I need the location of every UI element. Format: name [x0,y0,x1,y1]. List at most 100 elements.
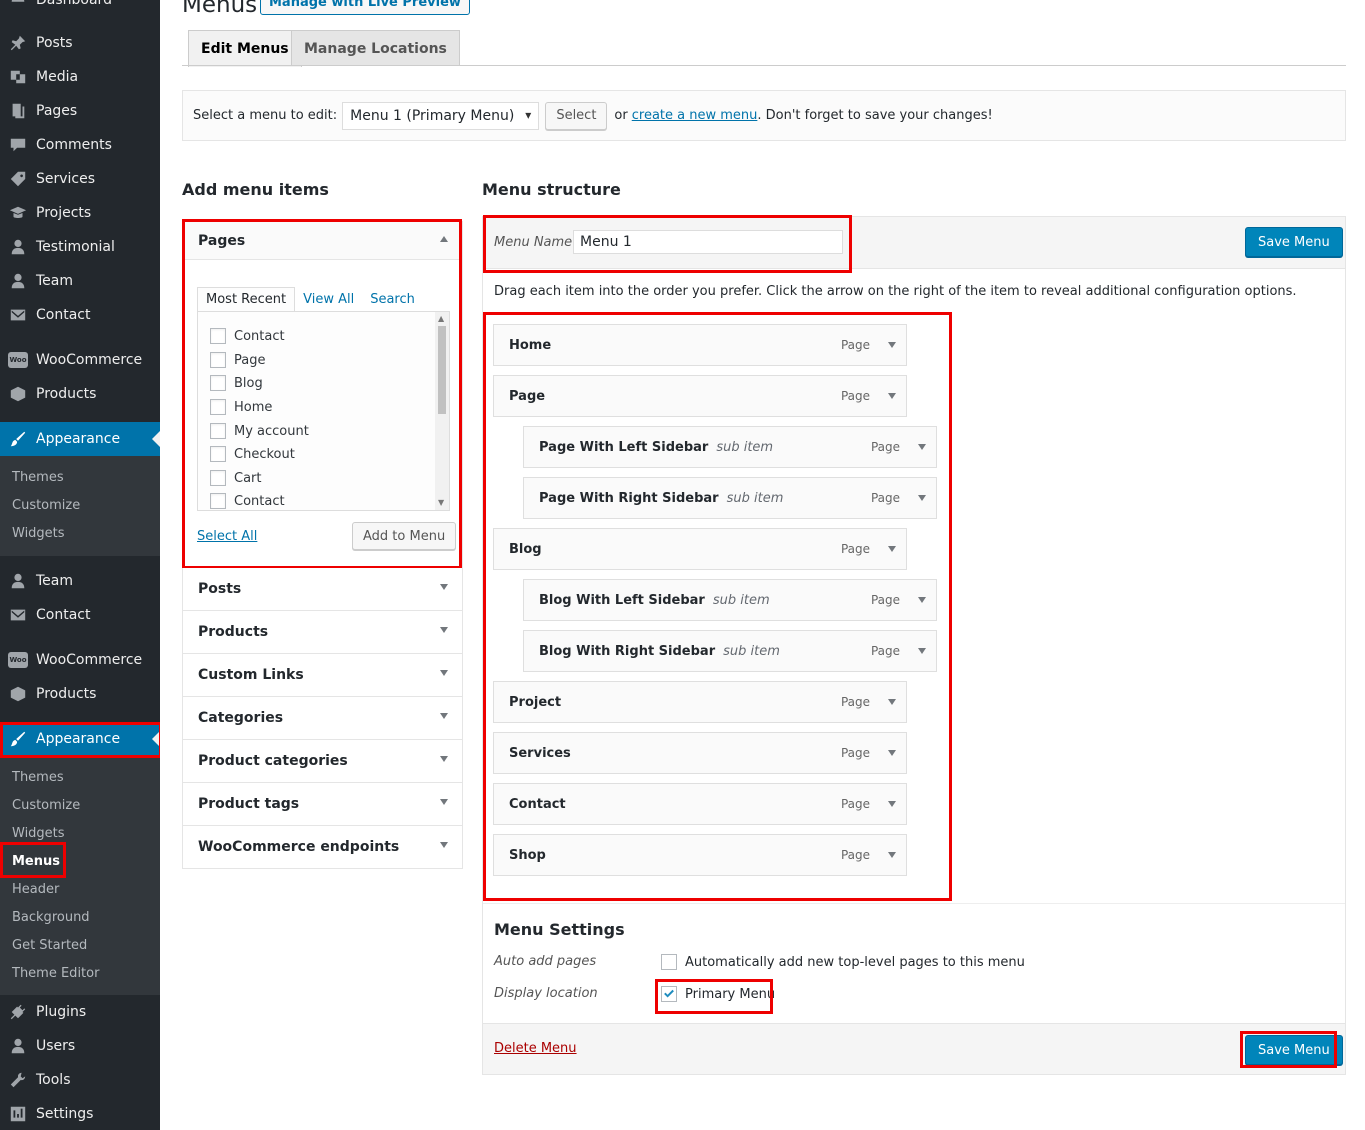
select-all-link[interactable]: Select All [197,529,257,544]
add-to-menu-button[interactable]: Add to Menu [352,522,457,550]
item-toggle-arrow-icon[interactable] [918,648,926,654]
checkbox[interactable] [210,493,226,509]
sidebar-item-pages[interactable]: Pages [0,94,160,128]
tab-view-all[interactable]: View All [295,287,362,312]
checkbox[interactable] [210,328,226,344]
menu-name-input[interactable]: Menu 1 [573,230,843,254]
item-toggle-arrow-icon[interactable] [888,801,896,807]
submenu-theme-editor[interactable]: Theme Editor [12,966,99,981]
sidebar-item-woocommerce-2[interactable]: Woo WooCommerce [0,643,160,677]
menu-item-blog-left-sidebar[interactable]: Blog With Left Sidebar sub item Page [523,579,937,621]
menu-item-contact[interactable]: Contact Page [493,783,907,825]
checkbox[interactable] [210,470,226,486]
item-toggle-arrow-icon[interactable] [918,597,926,603]
menu-item-project[interactable]: Project Page [493,681,907,723]
sidebar-item-appearance[interactable]: Appearance [0,422,160,456]
sidebar-item-comments[interactable]: Comments [0,128,160,162]
auto-add-option[interactable]: Automatically add new top-level pages to… [661,954,1025,970]
menu-item-blog[interactable]: Blog Page [493,528,907,570]
sidebar-item-plugins[interactable]: Plugins [0,995,160,1029]
accordion-categories[interactable]: Categories [182,697,463,740]
scroll-down-icon[interactable]: ▼ [438,498,444,507]
sidebar-item-users[interactable]: Users [0,1029,160,1063]
menu-item-page-left-sidebar[interactable]: Page With Left Sidebar sub item Page [523,426,937,468]
select-button[interactable]: Select [545,101,608,130]
accordion-products[interactable]: Products [182,611,463,654]
tab-edit-menus[interactable]: Edit Menus [188,30,302,67]
menu-item-services[interactable]: Services Page [493,732,907,774]
save-menu-button-bottom[interactable]: Save Menu [1245,1035,1343,1065]
sidebar-item-team[interactable]: Team [0,264,160,298]
submenu-widgets-2[interactable]: Widgets [12,826,65,841]
accordion-woocommerce-endpoints[interactable]: WooCommerce endpoints [182,826,463,869]
collapse-arrow-icon[interactable] [440,236,448,242]
list-item[interactable]: Cart [210,470,262,486]
submenu-customize[interactable]: Customize [12,498,80,513]
delete-menu-link[interactable]: Delete Menu [494,1041,577,1056]
sidebar-item-products-2[interactable]: Products [0,677,160,711]
item-toggle-arrow-icon[interactable] [888,750,896,756]
sidebar-item-posts[interactable]: Posts [0,26,160,60]
sidebar-item-settings[interactable]: Settings [0,1097,160,1130]
list-item[interactable]: Blog [210,375,263,391]
list-item[interactable]: My account [210,423,309,439]
submenu-themes[interactable]: Themes [12,470,64,485]
create-menu-link[interactable]: create a new menu [632,108,758,123]
checkbox[interactable] [210,352,226,368]
checkbox[interactable] [210,399,226,415]
list-item[interactable]: Home [210,399,272,415]
list-item[interactable]: Contact [210,328,285,344]
menu-select[interactable]: Menu 1 (Primary Menu) [342,101,540,130]
list-item[interactable]: Page [210,352,265,368]
submenu-header[interactable]: Header [12,882,59,897]
checkbox[interactable] [210,375,226,391]
sidebar-item-contact-2[interactable]: Contact [0,598,160,632]
sidebar-item-testimonial[interactable]: Testimonial [0,230,160,264]
item-toggle-arrow-icon[interactable] [888,852,896,858]
primary-menu-option[interactable]: Primary Menu [661,986,775,1002]
tab-search[interactable]: Search [362,287,423,312]
tab-manage-locations[interactable]: Manage Locations [291,30,460,66]
checkbox[interactable] [210,423,226,439]
sidebar-item-dashboard[interactable]: Dashboard [0,0,160,17]
list-item[interactable]: Contact [210,493,285,509]
submenu-get-started[interactable]: Get Started [12,938,87,953]
sidebar-item-woocommerce[interactable]: Woo WooCommerce [0,343,160,377]
pages-panel-header[interactable]: Pages [183,222,462,260]
sidebar-item-media[interactable]: Media [0,60,160,94]
item-toggle-arrow-icon[interactable] [888,393,896,399]
item-toggle-arrow-icon[interactable] [888,546,896,552]
item-toggle-arrow-icon[interactable] [888,699,896,705]
menu-item-page[interactable]: Page Page [493,375,907,417]
submenu-menus[interactable]: Menus [12,854,60,869]
sidebar-item-projects[interactable]: Projects [0,196,160,230]
sidebar-item-team-2[interactable]: Team [0,564,160,598]
sidebar-item-contact[interactable]: Contact [0,298,160,332]
submenu-widgets[interactable]: Widgets [12,526,65,541]
accordion-posts[interactable]: Posts [182,568,463,611]
sidebar-item-appearance-2[interactable]: Appearance [0,722,160,756]
list-scrollbar[interactable]: ▲ ▼ [435,312,449,510]
submenu-themes-2[interactable]: Themes [12,770,64,785]
menu-item-page-right-sidebar[interactable]: Page With Right Sidebar sub item Page [523,477,937,519]
item-toggle-arrow-icon[interactable] [918,495,926,501]
item-toggle-arrow-icon[interactable] [888,342,896,348]
primary-menu-checkbox[interactable] [661,986,677,1002]
menu-item-shop[interactable]: Shop Page [493,834,907,876]
item-toggle-arrow-icon[interactable] [918,444,926,450]
submenu-background[interactable]: Background [12,910,90,925]
submenu-customize-2[interactable]: Customize [12,798,80,813]
auto-add-checkbox[interactable] [661,954,677,970]
scroll-thumb[interactable] [438,326,446,414]
live-preview-button[interactable]: Manage with Live Preview [260,0,470,15]
sidebar-item-services[interactable]: Services [0,162,160,196]
accordion-custom-links[interactable]: Custom Links [182,654,463,697]
tab-most-recent[interactable]: Most Recent [197,287,296,312]
scroll-up-icon[interactable]: ▲ [438,314,444,323]
menu-item-home[interactable]: Home Page [493,324,907,366]
accordion-product-tags[interactable]: Product tags [182,783,463,826]
sidebar-item-products[interactable]: Products [0,377,160,411]
save-menu-button-top[interactable]: Save Menu [1245,227,1343,257]
checkbox[interactable] [210,446,226,462]
list-item[interactable]: Checkout [210,446,295,462]
